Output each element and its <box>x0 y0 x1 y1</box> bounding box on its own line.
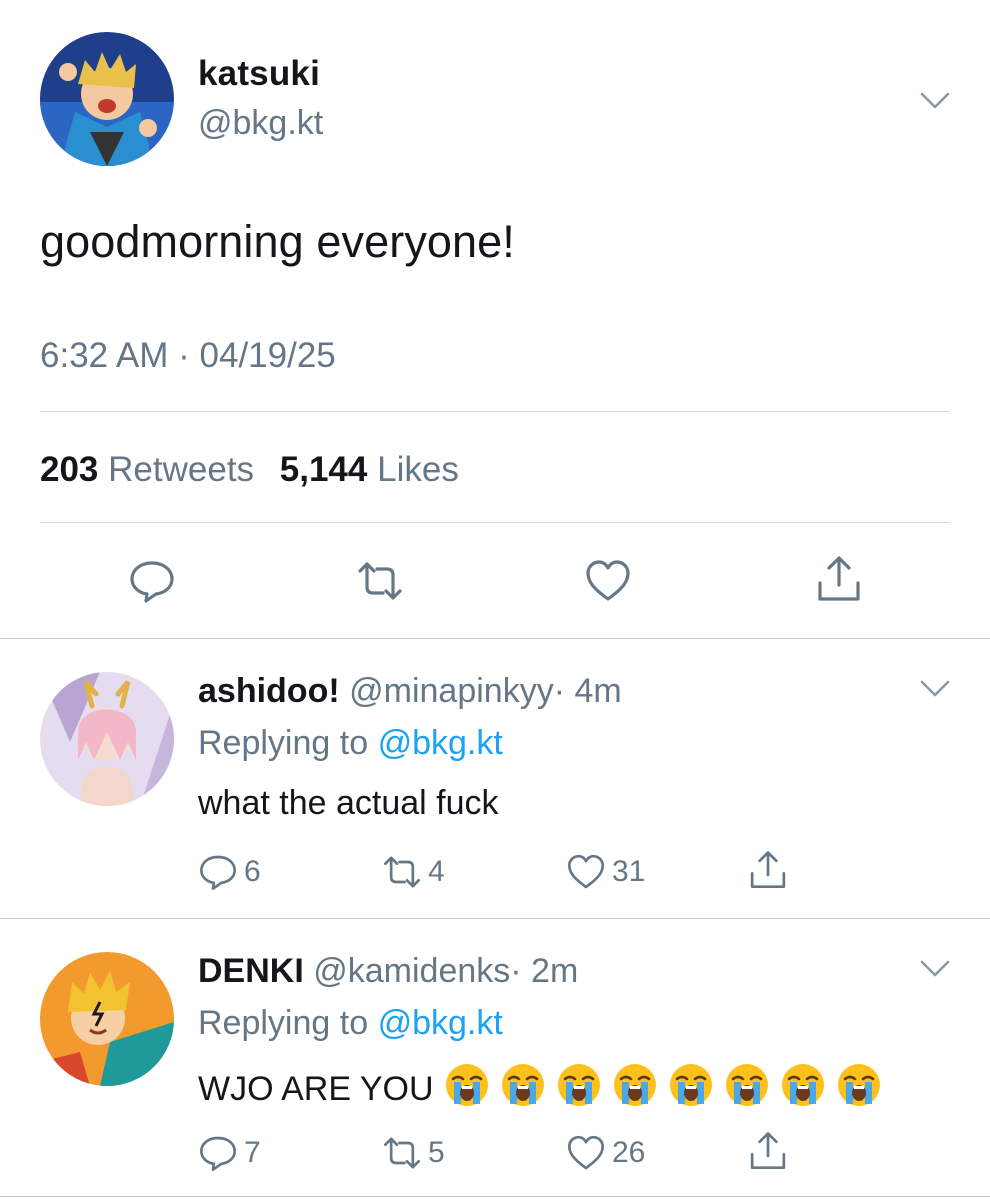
divider <box>40 522 950 523</box>
divider <box>0 1196 990 1197</box>
reply-menu-button[interactable] <box>920 680 950 703</box>
avatar-katsuki[interactable] <box>40 32 174 166</box>
tweet-menu-button[interactable] <box>920 92 950 115</box>
reply-display-name[interactable]: ashidoo! <box>198 672 340 710</box>
reply-icon <box>130 561 174 603</box>
reply-text: what the actual fuck <box>198 784 499 823</box>
loudly-crying-face-icon <box>669 1064 712 1106</box>
share-icon <box>750 1132 786 1169</box>
avatar-denki[interactable] <box>40 952 174 1086</box>
heart-icon <box>586 560 630 601</box>
loudly-crying-face-icon <box>445 1064 488 1106</box>
reply-count: 6 <box>244 855 261 888</box>
replying-to-handle[interactable]: @bkg.kt <box>378 724 503 762</box>
reply-share-button[interactable] <box>748 1131 794 1171</box>
replying-to-label: Replying to <box>198 1004 369 1042</box>
loudly-crying-face-icon <box>613 1064 656 1106</box>
loudly-crying-face-icon <box>725 1064 768 1106</box>
author-display-name[interactable]: katsuki <box>198 54 320 94</box>
chevron-down-icon <box>920 92 950 109</box>
reply-button[interactable] <box>128 557 176 610</box>
reply-like-button[interactable]: 31 <box>566 852 645 892</box>
retweets-count[interactable]: 203 <box>40 450 98 489</box>
reply-reply-button[interactable]: 7 <box>198 1133 261 1173</box>
retweet-icon <box>384 1137 420 1169</box>
emoji-row <box>434 1062 882 1117</box>
retweet-button[interactable] <box>356 557 404 610</box>
retweet-icon <box>358 562 402 600</box>
replying-to: Replying to @bkg.kt <box>198 724 503 763</box>
reply-reply-button[interactable]: 6 <box>198 852 261 892</box>
reply-like-button[interactable]: 26 <box>566 1133 645 1173</box>
reply-count: 7 <box>244 1136 261 1169</box>
reply-menu-button[interactable] <box>920 960 950 983</box>
likes-count[interactable]: 5,144 <box>280 450 368 489</box>
reply-icon <box>200 1136 237 1171</box>
loudly-crying-face-icon <box>557 1064 600 1106</box>
divider <box>40 411 950 412</box>
reply-handle[interactable]: @minapinkyy <box>349 672 554 710</box>
retweet-count: 4 <box>428 855 445 888</box>
reply-text: WJO ARE YOU <box>198 1062 882 1117</box>
tweet-text: goodmorning everyone! <box>40 216 515 267</box>
heart-icon <box>568 1135 604 1170</box>
reply-handle[interactable]: @kamidenks <box>313 952 510 990</box>
tweet-stats: 203 Retweets 5,144 Likes <box>40 450 475 490</box>
chevron-down-icon <box>920 960 950 977</box>
reply-text-content: WJO ARE YOU <box>198 1070 434 1108</box>
replying-to-handle[interactable]: @bkg.kt <box>378 1004 503 1042</box>
like-button[interactable] <box>584 557 632 610</box>
reply-time: · 4m <box>553 672 622 710</box>
like-count: 31 <box>612 855 646 888</box>
reply-time: · 2m <box>510 952 579 990</box>
share-icon <box>818 556 860 601</box>
reply-retweet-button[interactable]: 4 <box>382 852 445 892</box>
retweets-label[interactable]: Retweets <box>108 450 254 489</box>
reply-header: ashidoo! @minapinkyy· 4m <box>198 672 622 711</box>
share-icon <box>750 851 786 888</box>
likes-label[interactable]: Likes <box>377 450 459 489</box>
replying-to-label: Replying to <box>198 724 369 762</box>
reply-share-button[interactable] <box>748 850 794 890</box>
share-button[interactable] <box>815 555 863 608</box>
like-count: 26 <box>612 1136 646 1169</box>
divider <box>0 638 990 639</box>
author-handle[interactable]: @bkg.kt <box>198 104 323 143</box>
replying-to: Replying to @bkg.kt <box>198 1004 503 1043</box>
loudly-crying-face-icon <box>501 1064 544 1106</box>
avatar-ashidoo[interactable] <box>40 672 174 806</box>
heart-icon <box>568 854 604 889</box>
reply-icon <box>200 855 237 890</box>
reply-retweet-button[interactable]: 5 <box>382 1133 445 1173</box>
reply-display-name[interactable]: DENKI <box>198 952 304 990</box>
loudly-crying-face-icon <box>837 1064 880 1106</box>
reply-header: DENKI @kamidenks· 2m <box>198 952 578 991</box>
retweet-count: 5 <box>428 1136 445 1169</box>
divider <box>0 918 990 919</box>
chevron-down-icon <box>920 680 950 697</box>
loudly-crying-face-icon <box>781 1064 824 1106</box>
retweet-icon <box>384 856 420 888</box>
reply-text-content: what the actual fuck <box>198 784 499 822</box>
tweet-timestamp[interactable]: 6:32 AM · 04/19/25 <box>40 336 336 376</box>
